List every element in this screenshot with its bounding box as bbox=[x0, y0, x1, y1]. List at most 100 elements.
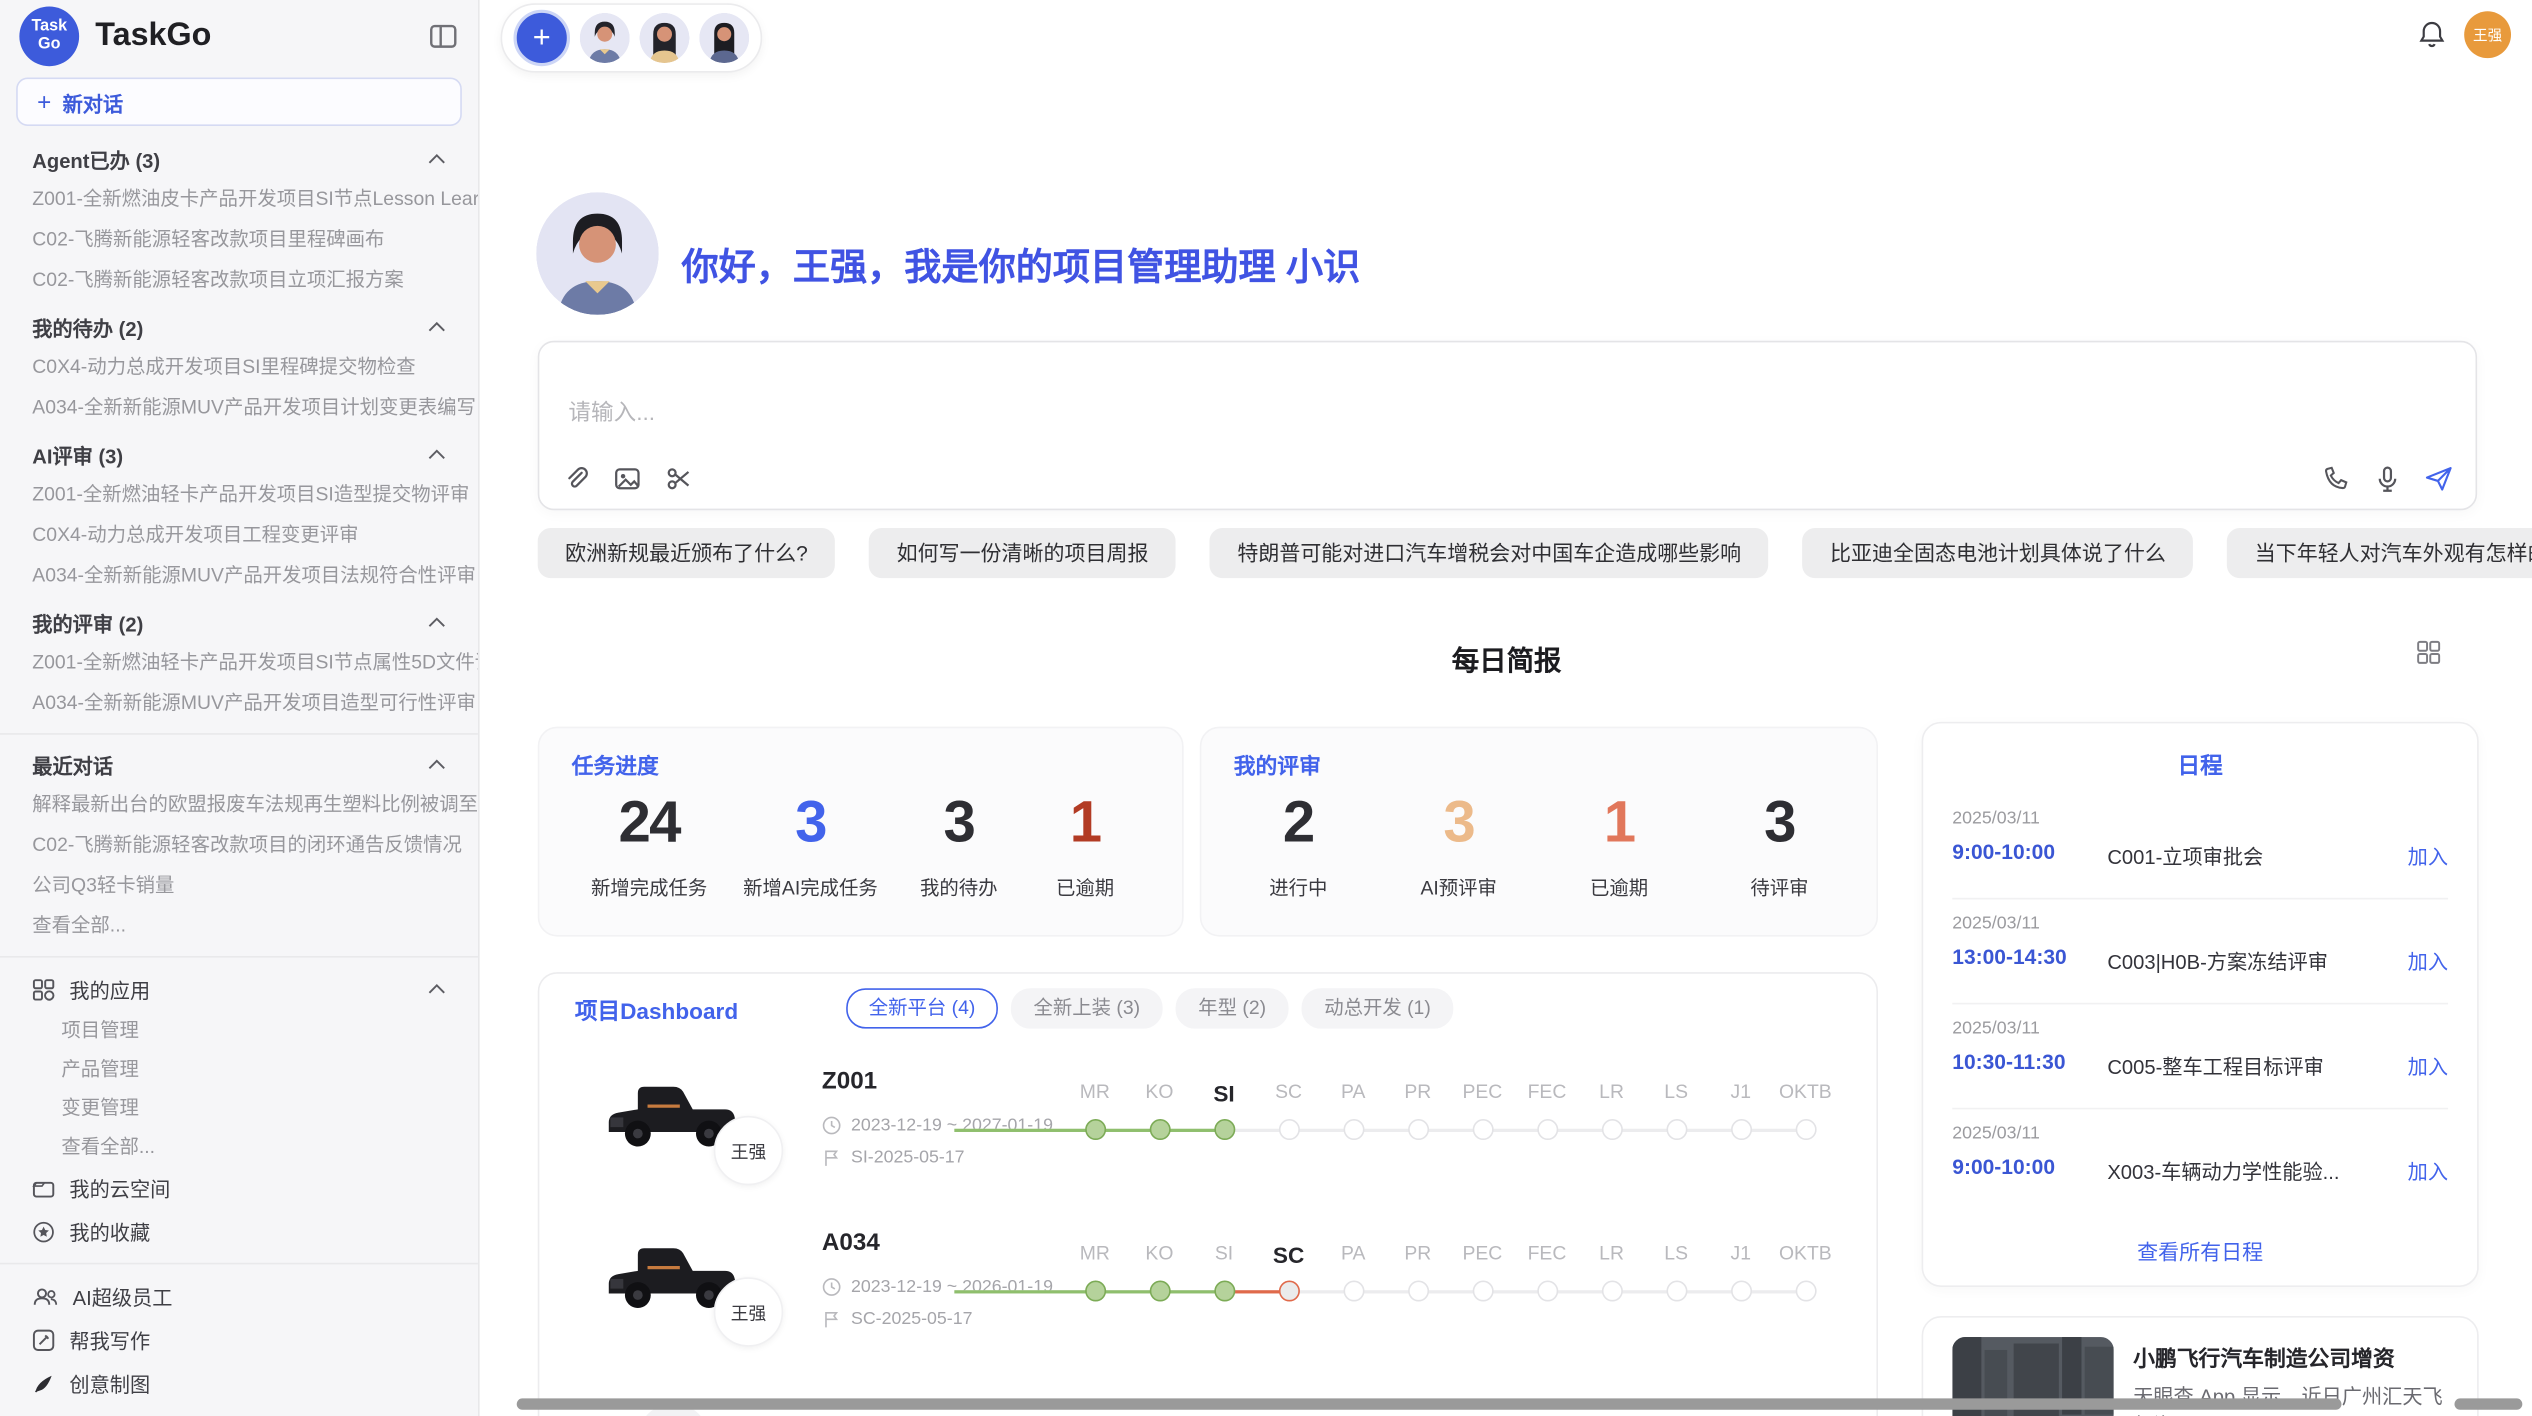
tab-model-year[interactable]: 年型 (2) bbox=[1176, 988, 1289, 1028]
sidebar-item[interactable]: Z001-全新燃油轻卡产品开发项目SI造型提交物评审 bbox=[0, 475, 478, 515]
recent-chat-item[interactable]: 解释最新出台的欧盟报废车法规再生塑料比例被调至15%... bbox=[0, 785, 478, 825]
new-chat-button[interactable]: + 新对话 bbox=[16, 78, 462, 126]
section-my-review[interactable]: 我的评审 (2) bbox=[0, 602, 478, 642]
layout-grid-icon[interactable] bbox=[2416, 639, 2442, 665]
send-icon[interactable] bbox=[2425, 465, 2452, 492]
flag-icon bbox=[822, 1148, 841, 1167]
chevron-up-icon[interactable] bbox=[428, 449, 446, 460]
sidebar-item[interactable]: C0X4-动力总成开发项目工程变更评审 bbox=[0, 515, 478, 555]
chat-input[interactable] bbox=[565, 397, 2025, 426]
suggestion-chip[interactable]: 欧洲新规最近颁布了什么? bbox=[538, 528, 836, 578]
milestone-node[interactable] bbox=[1343, 1281, 1364, 1302]
milestone-node[interactable] bbox=[1666, 1281, 1687, 1302]
suggestion-chip[interactable]: 当下年轻人对汽车外观有怎样的喜好趋势 bbox=[2227, 528, 2532, 578]
app-link-view-all[interactable]: 查看全部... bbox=[0, 1127, 478, 1166]
sidebar-item-favorites[interactable]: 我的收藏 bbox=[0, 1209, 478, 1253]
microphone-icon[interactable] bbox=[2374, 465, 2401, 492]
milestone-node[interactable] bbox=[1730, 1281, 1751, 1302]
user-avatar[interactable]: 王强 bbox=[2464, 11, 2511, 58]
milestone-node[interactable] bbox=[1536, 1119, 1557, 1140]
agent-avatar-1[interactable] bbox=[580, 13, 630, 63]
milestone-node[interactable] bbox=[1730, 1119, 1751, 1140]
milestone-node[interactable] bbox=[1601, 1281, 1622, 1302]
sidebar-item[interactable]: C0X4-动力总成开发项目SI里程碑提交物检查 bbox=[0, 347, 478, 387]
milestone-node[interactable] bbox=[1472, 1119, 1493, 1140]
attachment-icon[interactable] bbox=[562, 465, 589, 492]
sidebar-item[interactable]: C02-飞腾新能源轻客改款项目立项汇报方案 bbox=[0, 260, 478, 300]
suggestion-chip[interactable]: 如何写一份清晰的项目周报 bbox=[869, 528, 1176, 578]
sidebar-item[interactable]: A034-全新新能源MUV产品开发项目造型可行性评审 bbox=[0, 683, 478, 723]
horizontal-scrollbar-right[interactable] bbox=[2454, 1398, 2522, 1409]
milestone-node[interactable] bbox=[1666, 1119, 1687, 1140]
add-agent-button[interactable]: + bbox=[514, 10, 571, 67]
milestone-node[interactable] bbox=[1407, 1281, 1428, 1302]
tab-powertrain[interactable]: 动总开发 (1) bbox=[1302, 988, 1454, 1028]
tab-new-body[interactable]: 全新上装 (3) bbox=[1011, 988, 1163, 1028]
sidebar-item-ai-super-staff[interactable]: AI超级员工 bbox=[0, 1274, 478, 1318]
milestone-node[interactable] bbox=[1472, 1281, 1493, 1302]
suggestion-chip[interactable]: 特朗普可能对进口汽车增税会对中国车企造成哪些影响 bbox=[1210, 528, 1769, 578]
chevron-up-icon[interactable] bbox=[428, 321, 446, 332]
agent-avatar-3[interactable] bbox=[699, 13, 749, 63]
schedule-event[interactable]: 2025/03/11 9:00-10:00 X003-车辆动力学性能验... 加… bbox=[1952, 1109, 2448, 1212]
sidebar-item[interactable]: A034-全新新能源MUV产品开发项目法规符合性评审 bbox=[0, 555, 478, 595]
recent-chat-item[interactable]: C02-飞腾新能源轻客改款项目的闭环通告反馈情况 bbox=[0, 825, 478, 865]
milestone-node[interactable] bbox=[1407, 1119, 1428, 1140]
sidebar-item[interactable]: Z001-全新燃油皮卡产品开发项目SI节点Lesson Learn报告 bbox=[0, 179, 478, 219]
agent-avatar-2[interactable] bbox=[639, 13, 689, 63]
stat: 1已逾期 bbox=[1040, 786, 1130, 901]
chevron-up-icon[interactable] bbox=[428, 983, 446, 994]
milestone-node[interactable] bbox=[1536, 1281, 1557, 1302]
join-link[interactable]: 加入 bbox=[2408, 1155, 2448, 1186]
stat-label: 我的待办 bbox=[914, 874, 1004, 901]
tab-new-platform[interactable]: 全新平台 (4) bbox=[846, 988, 998, 1028]
section-recent-chats[interactable]: 最近对话 bbox=[0, 744, 478, 784]
milestone-node[interactable] bbox=[1343, 1119, 1364, 1140]
chevron-up-icon[interactable] bbox=[428, 759, 446, 770]
project-row-z001[interactable]: 王强 Z001 2023-12-19 ~ 2027-01-19 SI-2025-… bbox=[539, 1045, 1876, 1206]
join-link[interactable]: 加入 bbox=[2408, 945, 2448, 976]
sidebar-item-my-apps[interactable]: 我的应用 bbox=[0, 967, 478, 1011]
sidebar-item[interactable]: A034-全新新能源MUV产品开发项目计划变更表编写 bbox=[0, 388, 478, 428]
sidebar-item[interactable]: C02-飞腾新能源轻客改款项目里程碑画布 bbox=[0, 220, 478, 260]
milestone-node[interactable] bbox=[1601, 1119, 1622, 1140]
scissors-icon[interactable] bbox=[665, 465, 692, 492]
section-agent-done[interactable]: Agent已办 (3) bbox=[0, 139, 478, 179]
recent-chat-item[interactable]: 公司Q3轻卡销量 bbox=[0, 866, 478, 906]
milestone-node-done[interactable] bbox=[1084, 1119, 1105, 1140]
join-link[interactable]: 加入 bbox=[2408, 840, 2448, 871]
suggestion-chip[interactable]: 比亚迪全固态电池计划具体说了什么 bbox=[1803, 528, 2194, 578]
recent-view-all[interactable]: 查看全部... bbox=[0, 906, 478, 946]
image-icon[interactable] bbox=[614, 465, 641, 492]
milestone-node-overdue[interactable] bbox=[1278, 1281, 1299, 1302]
join-link[interactable]: 加入 bbox=[2408, 1050, 2448, 1081]
sidebar-collapse-icon[interactable] bbox=[426, 21, 458, 50]
milestone-node-done[interactable] bbox=[1214, 1119, 1235, 1140]
schedule-event[interactable]: 2025/03/11 10:30-11:30 C005-整车工程目标评审 加入 bbox=[1952, 1004, 2448, 1109]
milestone-node[interactable] bbox=[1278, 1119, 1299, 1140]
section-my-todo[interactable]: 我的待办 (2) bbox=[0, 307, 478, 347]
sidebar-item[interactable]: Z001-全新燃油轻卡产品开发项目SI节点属性5D文件评审 bbox=[0, 643, 478, 683]
phone-icon[interactable] bbox=[2322, 465, 2349, 492]
section-ai-review[interactable]: AI评审 (3) bbox=[0, 434, 478, 474]
app-link-project-mgmt[interactable]: 项目管理 bbox=[0, 1011, 478, 1050]
app-link-change-mgmt[interactable]: 变更管理 bbox=[0, 1088, 478, 1127]
milestone-node-done[interactable] bbox=[1149, 1281, 1170, 1302]
milestone-node[interactable] bbox=[1795, 1281, 1816, 1302]
sidebar-item-creative-drawing[interactable]: 创意制图 bbox=[0, 1361, 478, 1405]
milestone-node-done[interactable] bbox=[1214, 1281, 1235, 1302]
milestone-node[interactable] bbox=[1795, 1119, 1816, 1140]
notification-bell-icon[interactable] bbox=[2417, 19, 2446, 48]
view-all-schedule-link[interactable]: 查看所有日程 bbox=[1923, 1235, 2477, 1266]
schedule-event[interactable]: 2025/03/11 9:00-10:00 C001-立项审批会 加入 bbox=[1952, 794, 2448, 899]
sidebar-item-cloud-space[interactable]: 我的云空间 bbox=[0, 1166, 478, 1210]
milestone-node-done[interactable] bbox=[1084, 1281, 1105, 1302]
chevron-up-icon[interactable] bbox=[428, 617, 446, 628]
chevron-up-icon[interactable] bbox=[428, 153, 446, 164]
horizontal-scrollbar[interactable] bbox=[517, 1398, 2342, 1409]
milestone-node-done[interactable] bbox=[1149, 1119, 1170, 1140]
schedule-event[interactable]: 2025/03/11 13:00-14:30 C003|H0B-方案冻结评审 加… bbox=[1952, 899, 2448, 1004]
app-link-product-mgmt[interactable]: 产品管理 bbox=[0, 1050, 478, 1089]
sidebar-item-help-me-write[interactable]: 帮我写作 bbox=[0, 1318, 478, 1362]
project-row-a034[interactable]: 王强 A034 2023-12-19 ~ 2026-01-19 SC-2025-… bbox=[539, 1206, 1876, 1367]
